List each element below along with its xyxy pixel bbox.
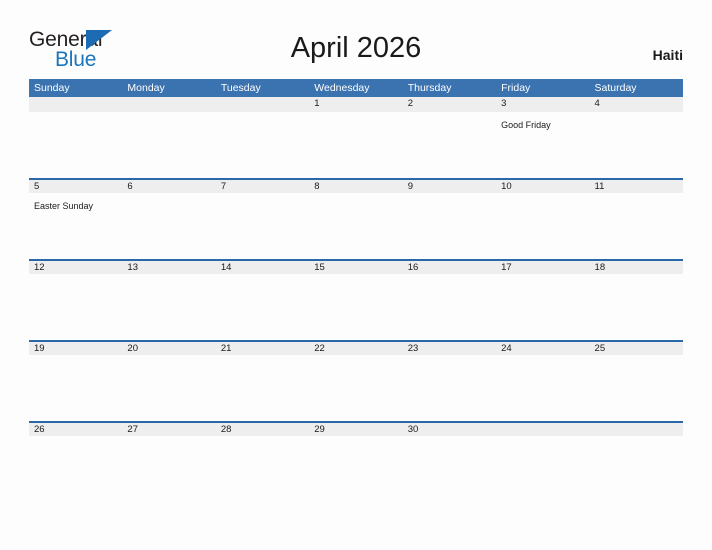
weekday-header-friday: Friday [501, 82, 531, 94]
page-title: April 2026 [290, 32, 422, 64]
day-cell[interactable] [122, 112, 215, 176]
day-cell[interactable] [590, 193, 683, 257]
weekday-header-sunday: Sunday [34, 82, 70, 94]
day-number[interactable] [590, 423, 683, 436]
day-cell[interactable] [496, 274, 589, 338]
day-cell[interactable] [216, 274, 309, 338]
day-number[interactable]: 11 [590, 180, 683, 193]
day-number[interactable] [496, 423, 589, 436]
day-cell[interactable]: Easter Sunday [29, 193, 122, 257]
day-cell[interactable] [216, 436, 309, 500]
day-number[interactable]: 14 [216, 261, 309, 274]
page-header: General Blue April 2026 Haiti [0, 0, 712, 79]
week-events-row [29, 355, 683, 419]
day-number[interactable]: 29 [309, 423, 402, 436]
day-cell[interactable] [122, 436, 215, 500]
day-number[interactable]: 12 [29, 261, 122, 274]
day-cell[interactable] [496, 436, 589, 500]
day-cell[interactable] [216, 355, 309, 419]
day-cell[interactable] [590, 274, 683, 338]
day-number[interactable]: 4 [590, 97, 683, 110]
day-cell[interactable] [403, 436, 496, 500]
day-number[interactable]: 16 [403, 261, 496, 274]
day-cell[interactable] [122, 274, 215, 338]
day-number[interactable]: 8 [309, 180, 402, 193]
day-cell[interactable] [496, 355, 589, 419]
day-cell[interactable] [29, 274, 122, 338]
day-number[interactable] [216, 97, 309, 110]
day-number[interactable]: 28 [216, 423, 309, 436]
day-number[interactable]: 5 [29, 180, 122, 193]
day-cell[interactable] [309, 274, 402, 338]
week-events-row [29, 436, 683, 500]
day-number[interactable]: 21 [216, 342, 309, 355]
day-cell[interactable] [309, 436, 402, 500]
week-daynumber-bar: 1 2 3 4 [29, 97, 683, 112]
day-number[interactable]: 24 [496, 342, 589, 355]
day-cell[interactable] [309, 112, 402, 176]
day-number[interactable]: 13 [122, 261, 215, 274]
day-number[interactable]: 22 [309, 342, 402, 355]
calendar-week-row: 19 20 21 22 23 24 25 [29, 340, 683, 421]
week-daynumber-bar: 12 13 14 15 16 17 18 [29, 259, 683, 274]
week-events-row: Easter Sunday [29, 193, 683, 257]
day-number[interactable]: 27 [122, 423, 215, 436]
day-number[interactable]: 1 [309, 97, 402, 110]
day-cell[interactable] [309, 355, 402, 419]
weekday-header-row: Sunday Monday Tuesday Wednesday Thursday… [29, 79, 683, 97]
day-cell[interactable] [403, 355, 496, 419]
calendar-week-row: 12 13 14 15 16 17 18 [29, 259, 683, 340]
day-number[interactable]: 18 [590, 261, 683, 274]
weekday-header-monday: Monday [127, 82, 165, 94]
week-daynumber-bar: 5 6 7 8 9 10 11 [29, 178, 683, 193]
day-cell[interactable] [403, 193, 496, 257]
day-cell[interactable] [216, 193, 309, 257]
day-cell[interactable] [309, 193, 402, 257]
weekday-header-wednesday: Wednesday [314, 82, 370, 94]
day-number[interactable]: 19 [29, 342, 122, 355]
weekday-header-saturday: Saturday [594, 82, 637, 94]
day-number[interactable]: 6 [122, 180, 215, 193]
day-cell[interactable] [403, 112, 496, 176]
day-event-label: Good Friday [501, 120, 551, 130]
calendar-grid: Sunday Monday Tuesday Wednesday Thursday… [29, 79, 683, 502]
day-cell[interactable] [496, 193, 589, 257]
day-number[interactable]: 2 [403, 97, 496, 110]
day-number[interactable]: 17 [496, 261, 589, 274]
calendar-week-row: 5 6 7 8 9 10 11 Easter Sunday [29, 178, 683, 259]
week-events-row: Good Friday [29, 112, 683, 176]
day-cell[interactable] [403, 274, 496, 338]
day-number[interactable] [29, 97, 122, 110]
week-events-row [29, 274, 683, 338]
day-event-label: Easter Sunday [34, 201, 94, 211]
day-number[interactable]: 23 [403, 342, 496, 355]
day-number[interactable]: 20 [122, 342, 215, 355]
week-daynumber-bar: 26 27 28 29 30 [29, 421, 683, 436]
weekday-header-tuesday: Tuesday [220, 82, 261, 94]
day-cell[interactable] [29, 436, 122, 500]
day-cell[interactable] [590, 355, 683, 419]
day-cell[interactable] [590, 112, 683, 176]
calendar-week-row: 1 2 3 4 Good Friday [29, 97, 683, 178]
day-cell[interactable] [29, 355, 122, 419]
day-cell[interactable] [590, 436, 683, 500]
country-label: Haiti [652, 47, 683, 63]
day-number[interactable]: 3 [496, 97, 589, 110]
calendar-week-row: 26 27 28 29 30 [29, 421, 683, 502]
day-cell[interactable]: Good Friday [496, 112, 589, 176]
day-cell[interactable] [216, 112, 309, 176]
week-daynumber-bar: 19 20 21 22 23 24 25 [29, 340, 683, 355]
day-number[interactable]: 15 [309, 261, 402, 274]
day-number[interactable]: 26 [29, 423, 122, 436]
day-cell[interactable] [29, 112, 122, 176]
day-number[interactable]: 7 [216, 180, 309, 193]
weekday-header-thursday: Thursday [407, 82, 452, 94]
day-cell[interactable] [122, 355, 215, 419]
day-number[interactable]: 10 [496, 180, 589, 193]
day-cell[interactable] [122, 193, 215, 257]
day-number[interactable]: 25 [590, 342, 683, 355]
day-number[interactable] [122, 97, 215, 110]
day-number[interactable]: 9 [403, 180, 496, 193]
day-number[interactable]: 30 [403, 423, 496, 436]
